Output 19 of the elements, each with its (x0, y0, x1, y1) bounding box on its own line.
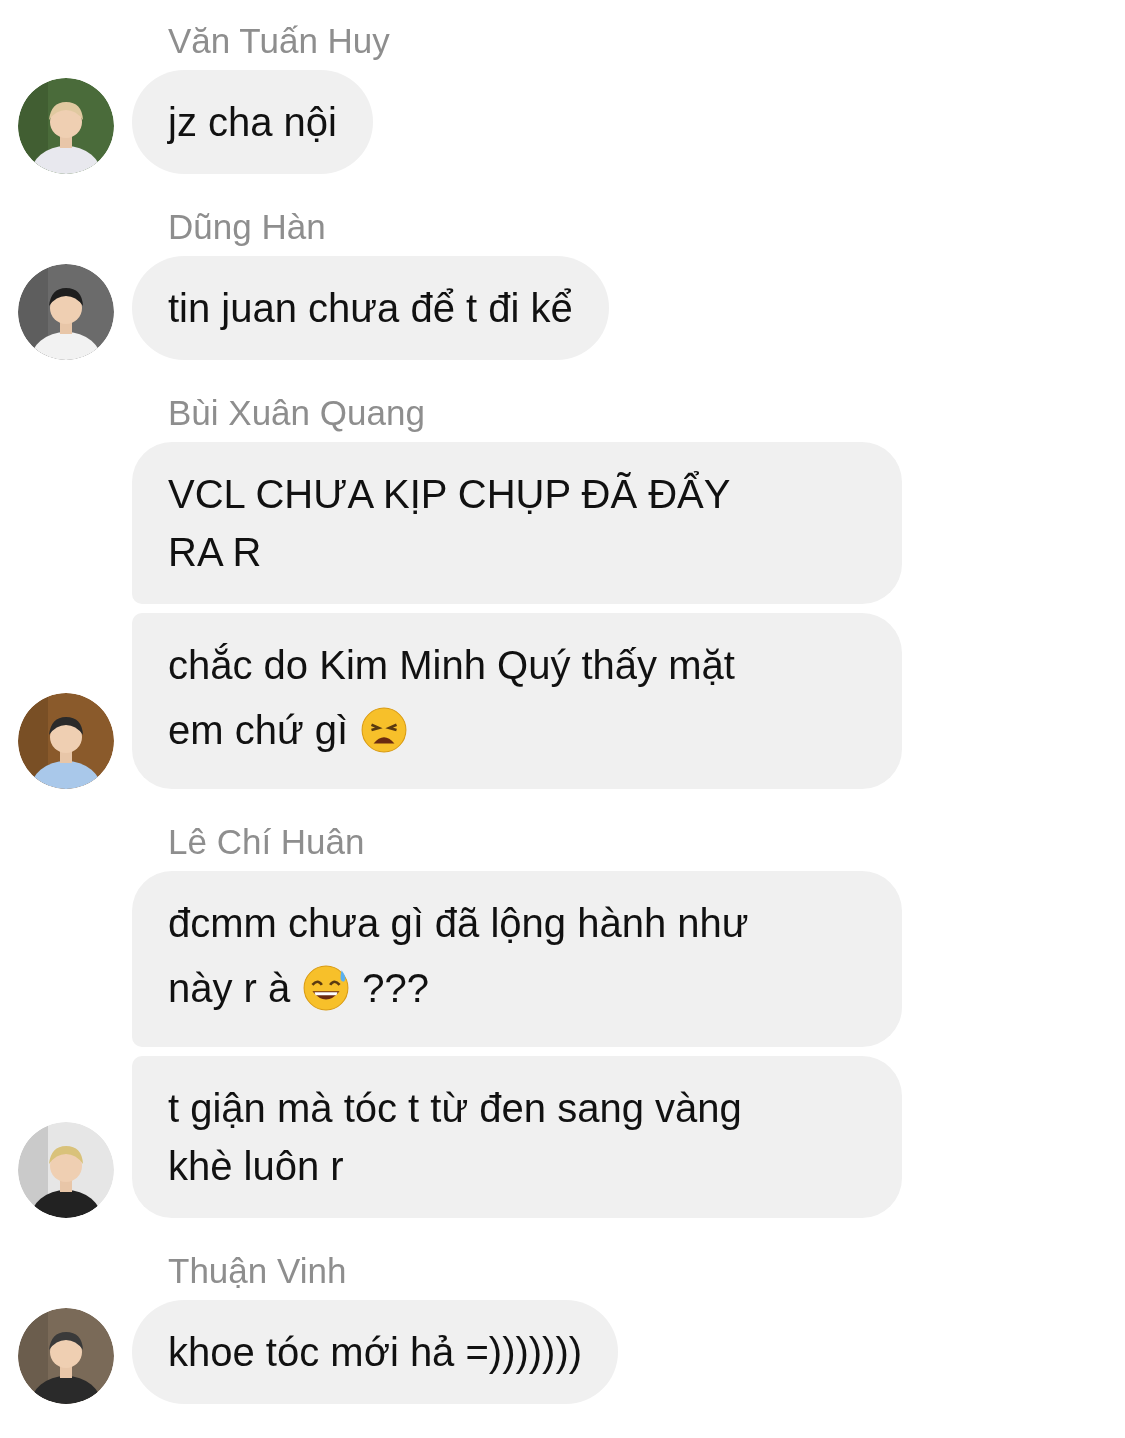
message-text: VCL CHƯA KỊP CHỤP ĐÃ ĐẨY (168, 470, 731, 518)
message-text: đcmm chưa gì đã lộng hành như (168, 900, 749, 947)
message-text: khoe tóc mới hả =))))))) (168, 1329, 583, 1376)
message-text: khè luôn r (168, 1143, 344, 1190)
sender-name: Dũng Hàn (168, 206, 326, 248)
message-text: chắc do Kim Minh Quý thấy mặt (168, 642, 735, 689)
message-text: này r à (168, 965, 291, 1012)
sweat-smile-icon (302, 964, 351, 1012)
sender-name: Văn Tuấn Huy (168, 20, 390, 62)
sender-name: Thuận Vinh (168, 1250, 347, 1292)
message-text: ??? (362, 965, 430, 1012)
message-text: tin juan chưa để t đi kể (168, 285, 573, 332)
sender-name: Lê Chí Huân (168, 821, 365, 863)
message-text: RA R (168, 529, 262, 576)
sender-name: Bùi Xuân Quang (168, 392, 425, 434)
weary-face-icon (360, 706, 409, 754)
message-text: t giận mà tóc t từ đen sang vàng (168, 1085, 742, 1132)
message-text: jz cha nội (168, 99, 337, 146)
message-text: em chứ gì (168, 707, 349, 754)
